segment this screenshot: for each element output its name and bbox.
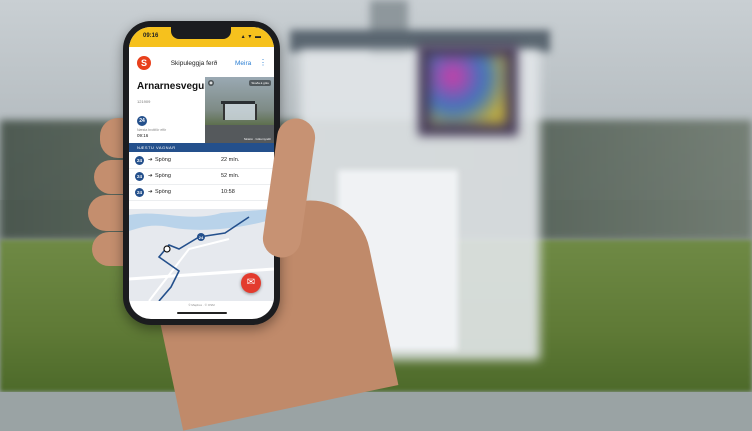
map-road bbox=[148, 238, 230, 301]
strae-logo[interactable]: S bbox=[137, 56, 151, 70]
departure-row[interactable]: 24 ➔ Spöng 22 mín. bbox=[129, 153, 274, 169]
photo-credit: Strætó · Götumyndir bbox=[243, 137, 271, 141]
stop-code: 121909 bbox=[137, 99, 151, 104]
departure-time: 22 mín. bbox=[221, 157, 240, 163]
more-button[interactable]: Meira bbox=[235, 60, 251, 67]
messenger-icon[interactable]: ✉ bbox=[241, 273, 261, 293]
phone: 09:16 ▴ ▾ ▬ S Skipuleggja ferð Meira ⋮ A… bbox=[123, 21, 280, 325]
sign-graphic bbox=[430, 56, 506, 124]
map-route-label: 24 bbox=[198, 235, 204, 240]
departures-heading: NÆSTU VAGNAR bbox=[129, 143, 274, 152]
photo-shelter-glass bbox=[223, 104, 257, 120]
home-indicator[interactable] bbox=[177, 312, 227, 314]
street-view-link[interactable]: Skoða á götu bbox=[249, 80, 271, 86]
map-stop-marker[interactable] bbox=[163, 245, 171, 253]
camera-icon[interactable]: ◉ bbox=[208, 80, 214, 86]
route-badge: 24 bbox=[135, 156, 144, 165]
stop-photo[interactable]: ◉ Skoða á götu Strætó · Götumyndir bbox=[205, 77, 274, 143]
stop-name: Arnarnesvegur bbox=[137, 81, 209, 92]
route-badge[interactable]: 24 bbox=[137, 116, 147, 126]
departure-row[interactable]: 24 ➔ Spöng 52 mín. bbox=[129, 169, 274, 185]
status-icons: ▴ ▾ ▬ bbox=[241, 34, 262, 40]
map-attribution: © Mapbox · © OSM bbox=[188, 303, 215, 307]
phone-notch bbox=[171, 27, 231, 39]
more-vertical-icon[interactable]: ⋮ bbox=[259, 58, 267, 67]
departure-destination: Spöng bbox=[155, 189, 171, 195]
departure-time: 52 mín. bbox=[221, 173, 240, 179]
arrow-right-icon: ➔ bbox=[148, 173, 153, 179]
arrow-right-icon: ➔ bbox=[148, 157, 153, 163]
next-departure-time: 09:16 bbox=[137, 133, 149, 138]
next-departure-caption: Næsta brottför eftir bbox=[137, 128, 167, 132]
status-time: 09:16 bbox=[143, 33, 159, 39]
departure-destination: Spöng bbox=[155, 173, 171, 179]
plan-trip-link[interactable]: Skipuleggja ferð bbox=[159, 60, 229, 67]
departure-destination: Spöng bbox=[155, 157, 171, 163]
map-water bbox=[129, 209, 274, 231]
arrow-right-icon: ➔ bbox=[148, 189, 153, 195]
route-badge: 24 bbox=[135, 188, 144, 197]
route-badge: 24 bbox=[135, 172, 144, 181]
departure-time: 10:58 bbox=[221, 189, 235, 195]
departure-row[interactable]: 24 ➔ Spöng 10:58 bbox=[129, 185, 274, 201]
phone-screen: 09:16 ▴ ▾ ▬ S Skipuleggja ferð Meira ⋮ A… bbox=[129, 27, 274, 319]
